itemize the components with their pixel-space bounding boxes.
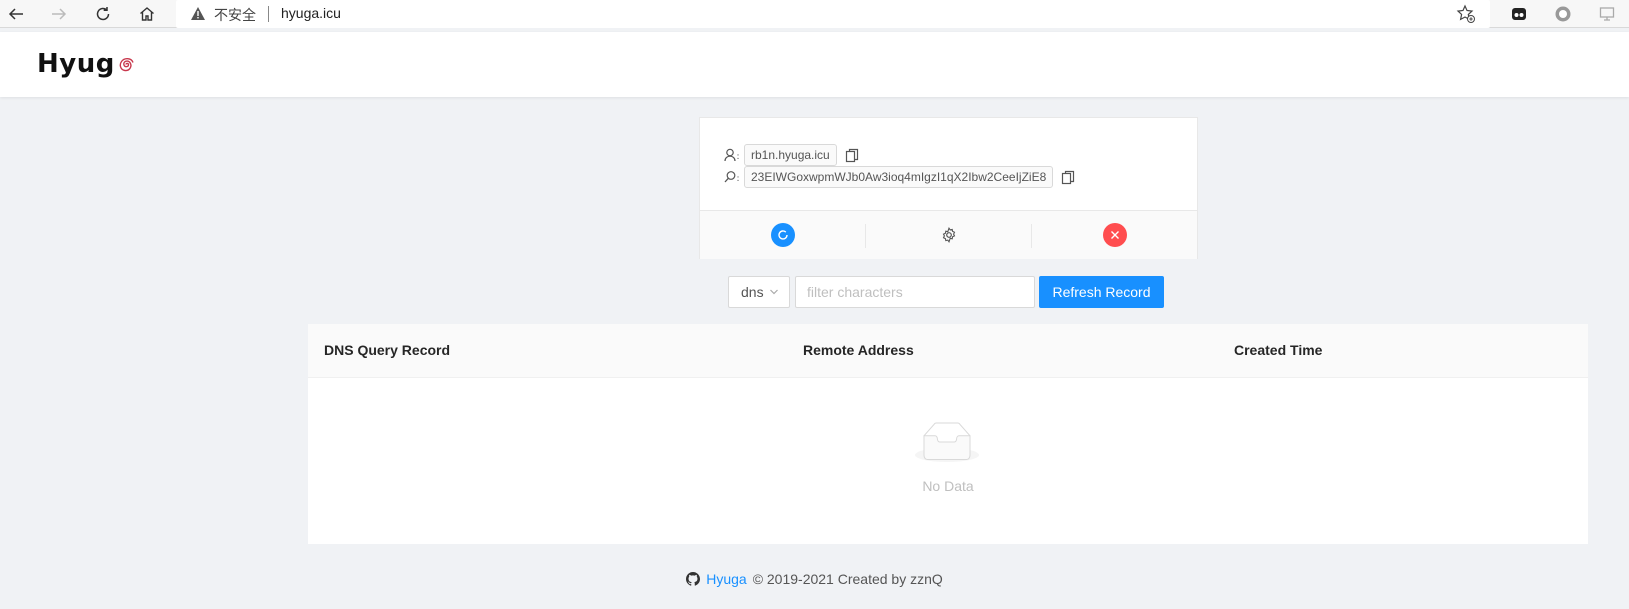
record-type-select[interactable]: dns [728,276,790,308]
security-status: 不安全 [214,7,256,23]
reload-circle-icon[interactable] [770,223,795,247]
reload-action[interactable] [700,211,865,259]
copy-icon[interactable] [845,148,859,163]
extension-computer-icon[interactable] [1596,3,1618,25]
domain-tag: rb1n.hyuga.icu [744,144,837,166]
url-text: hyuga.icu [281,5,341,21]
footer: Hyuga © 2019-2021 Created by zznQ [0,571,1629,587]
filter-input[interactable] [795,276,1035,308]
logo-text: Hyug [37,49,115,79]
delete-action[interactable] [1032,211,1197,259]
copy-icon[interactable] [1061,170,1075,185]
chevron-down-icon [770,289,778,295]
browser-toolbar: 不安全 hyuga.icu [0,0,1629,28]
token-row: : 23EIWGoxwpmWJb0Aw3ioq4mIgzI1qX2Ibw2Cee… [724,166,1075,188]
reload-icon [96,7,110,21]
logo-swirl-icon [119,58,134,72]
copyright-text: © 2019-2021 Created by zznQ [752,571,943,587]
column-header-created-time: Created Time [1234,342,1323,358]
record-type-value: dns [741,284,764,300]
empty-state: No Data [308,378,1588,544]
card-actions [700,210,1197,259]
user-icon: : [724,145,744,165]
app-header: Hyug [0,32,1629,97]
add-favorite-icon[interactable] [1456,4,1476,24]
github-icon [686,572,701,586]
address-divider [268,6,269,22]
empty-inbox-icon [915,422,979,462]
svg-text::: : [737,152,740,162]
domain-row: : rb1n.hyuga.icu [724,144,859,166]
extension-tampermonkey-icon[interactable] [1508,3,1530,25]
gear-icon[interactable] [941,227,957,243]
reload-button[interactable] [91,3,115,25]
back-arrow-icon [8,8,23,20]
home-icon [140,7,154,21]
column-header-remote-address: Remote Address [803,342,914,358]
svg-text::: : [737,174,740,184]
home-button[interactable] [135,3,159,25]
forward-button[interactable] [47,3,71,25]
hyuga-link[interactable]: Hyuga [706,571,746,587]
forward-arrow-icon [52,8,67,20]
refresh-record-button[interactable]: Refresh Record [1039,276,1164,308]
search-icon: : [724,167,744,187]
close-circle-icon[interactable] [1102,223,1127,247]
records-table: DNS Query Record Remote Address Created … [308,324,1588,544]
token-tag: 23EIWGoxwpmWJb0Aw3ioq4mIgzI1qX2Ibw2CeeIj… [744,166,1054,188]
subdomain-card: : rb1n.hyuga.icu : 23EIWGoxwpmWJb0Aw3ioq… [699,117,1198,259]
warning-icon [191,7,205,20]
column-header-dns-query-record: DNS Query Record [324,342,451,358]
empty-text: No Data [922,478,974,494]
back-button[interactable] [4,3,28,25]
settings-action[interactable] [866,211,1031,259]
address-bar[interactable]: 不安全 hyuga.icu [176,0,1490,28]
extension-circle-icon[interactable] [1552,3,1574,25]
table-header: DNS Query Record Remote Address Created … [308,324,1588,378]
